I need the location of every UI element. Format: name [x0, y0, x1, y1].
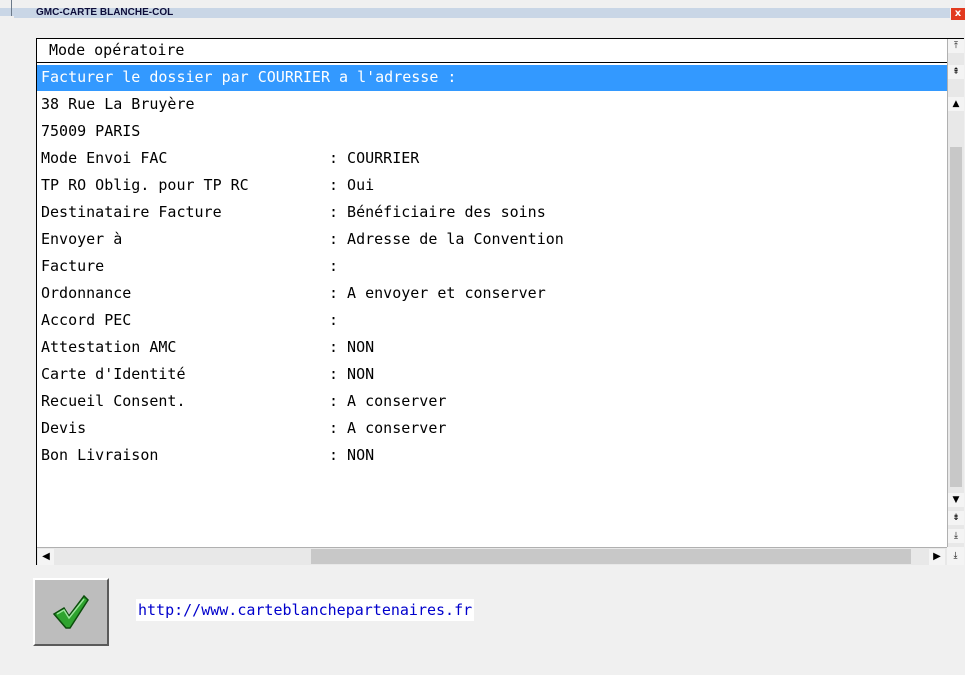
- item-label: TP RO Oblig. pour TP RC: [41, 176, 249, 194]
- item-label: Bon Livraison: [41, 446, 159, 464]
- mode-operatoire-panel: Mode opératoire Facturer le dossier par …: [36, 38, 964, 565]
- vertical-scrollbar[interactable]: ⤒ ⇞ ▲ ▼ ⇟ ⤓: [947, 39, 964, 547]
- scroll-end-icon[interactable]: ⤓: [947, 547, 964, 565]
- item-label: Ordonnance: [41, 284, 132, 302]
- item-value: : A conserver: [329, 392, 447, 410]
- item-value: : NON: [329, 365, 375, 383]
- item-label: Recueil Consent.: [41, 392, 186, 410]
- scroll-down-icon[interactable]: ▼: [948, 493, 964, 507]
- title-bar-divider: [11, 0, 12, 16]
- list-item[interactable]: Ordonnance : A envoyer et conserver: [37, 280, 947, 307]
- item-label: Envoyer à: [41, 230, 123, 248]
- item-value: : NON: [329, 338, 375, 356]
- item-value: : NON: [329, 446, 375, 464]
- list-item[interactable]: TP RO Oblig. pour TP RC : Oui: [37, 172, 947, 199]
- list-item[interactable]: Facture:: [37, 253, 947, 280]
- horizontal-scroll-thumb[interactable]: [311, 549, 911, 564]
- item-label: 75009 PARIS: [41, 122, 141, 140]
- item-value: : Oui: [329, 176, 375, 194]
- list-item[interactable]: 38 Rue La Bruyère: [37, 91, 947, 118]
- scroll-page-up-icon[interactable]: ⇞: [948, 65, 964, 79]
- instruction-list: Facturer le dossier par COURRIER a l'adr…: [37, 65, 947, 469]
- panel-header: Mode opératoire: [37, 39, 947, 63]
- item-label: Facturer le dossier par COURRIER a l'adr…: [41, 68, 457, 86]
- scroll-page-down-icon[interactable]: ⇟: [948, 511, 964, 525]
- window-title: GMC-CARTE BLANCHE-COL: [14, 8, 950, 18]
- list-item[interactable]: Bon Livraison : NON: [37, 442, 947, 469]
- item-value: : Bénéficiaire des soins: [329, 203, 546, 221]
- item-value: : Adresse de la Convention: [329, 230, 564, 248]
- scroll-top-icon[interactable]: ⤒: [948, 39, 964, 53]
- list-item[interactable]: Mode Envoi FAC : COURRIER: [37, 145, 947, 172]
- list-item[interactable]: Carte d'Identité : NON: [37, 361, 947, 388]
- list-item[interactable]: Recueil Consent. : A conserver: [37, 388, 947, 415]
- list-item[interactable]: Facturer le dossier par COURRIER a l'adr…: [37, 65, 947, 91]
- item-value: :: [329, 311, 339, 329]
- list-item[interactable]: Accord PEC:: [37, 307, 947, 334]
- item-label: Carte d'Identité: [41, 365, 186, 383]
- checkmark-icon: [52, 594, 89, 629]
- title-bar: GMC-CARTE BLANCHE-COL x: [0, 0, 965, 20]
- item-label: Devis: [41, 419, 87, 437]
- horizontal-scrollbar[interactable]: ◀ ▶: [37, 547, 947, 565]
- item-value: : COURRIER: [329, 149, 420, 167]
- scroll-right-icon[interactable]: ▶: [929, 549, 945, 565]
- list-item[interactable]: 75009 PARIS: [37, 118, 947, 145]
- list-item[interactable]: Envoyer à : Adresse de la Convention: [37, 226, 947, 253]
- validate-button[interactable]: [33, 578, 109, 646]
- item-label: Destinataire Facture: [41, 203, 222, 221]
- vertical-scroll-thumb[interactable]: [950, 147, 962, 487]
- item-label: Facture: [41, 257, 105, 275]
- list-item[interactable]: Devis : A conserver: [37, 415, 947, 442]
- list-item[interactable]: Attestation AMC : NON: [37, 334, 947, 361]
- item-label: Mode Envoi FAC: [41, 149, 168, 167]
- list-item[interactable]: Destinataire Facture : Bénéficiaire des s…: [37, 199, 947, 226]
- close-button[interactable]: x: [951, 8, 965, 20]
- scroll-bottom-icon[interactable]: ⤓: [948, 529, 964, 543]
- item-label: Accord PEC: [41, 311, 132, 329]
- partner-website-link[interactable]: http://www.carteblanchepartenaires.fr: [136, 599, 475, 621]
- scroll-up-icon[interactable]: ▲: [948, 97, 964, 111]
- item-value: : A conserver: [329, 419, 447, 437]
- scroll-left-icon[interactable]: ◀: [38, 549, 54, 565]
- item-label: 38 Rue La Bruyère: [41, 95, 195, 113]
- item-value: :: [329, 257, 339, 275]
- item-label: Attestation AMC: [41, 338, 177, 356]
- item-value: : A envoyer et conserver: [329, 284, 546, 302]
